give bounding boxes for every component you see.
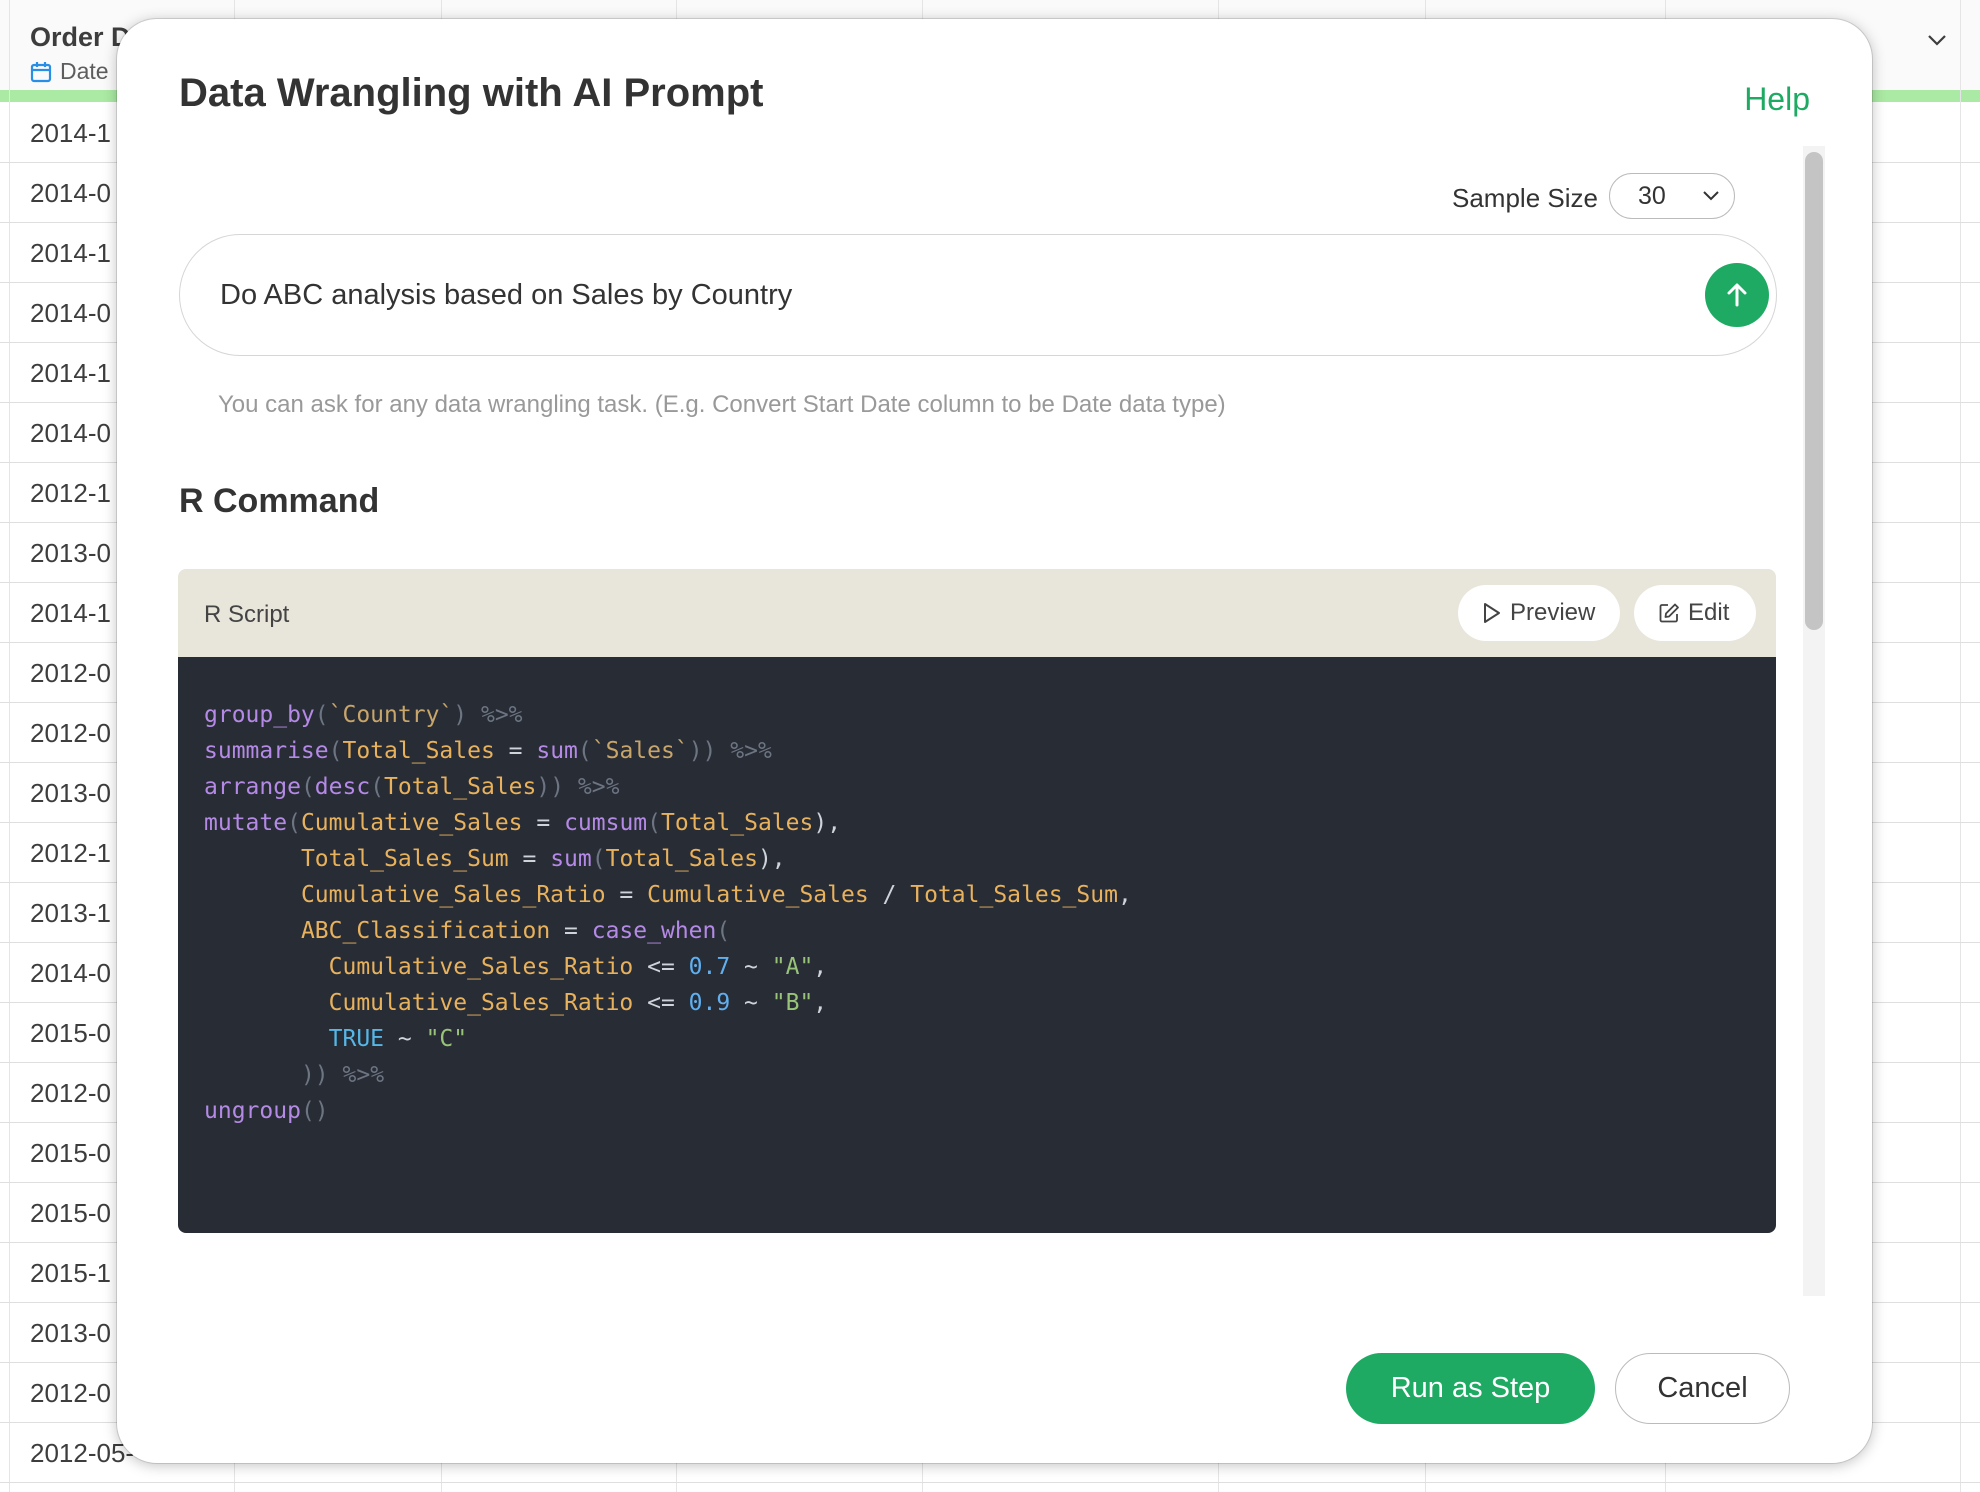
sample-size-value: 30 xyxy=(1638,181,1666,210)
prompt-hint: You can ask for any data wrangling task.… xyxy=(218,391,1226,418)
code-line: )) %>% xyxy=(300,1062,385,1088)
code-line: Cumulative_Sales_Ratio <= 0.9 ~ "B", xyxy=(328,990,828,1016)
code-line: summarise(Total_Sales = sum(`Sales`)) %>… xyxy=(204,738,772,764)
cancel-button[interactable]: Cancel xyxy=(1615,1353,1790,1424)
run-as-step-button[interactable]: Run as Step xyxy=(1346,1353,1595,1424)
send-button[interactable] xyxy=(1705,263,1769,327)
preview-button[interactable]: Preview xyxy=(1458,585,1620,641)
r-script-code: group_by(`Country`) %>% summarise(Total_… xyxy=(204,697,1132,1129)
play-icon xyxy=(1484,603,1500,623)
code-line: Cumulative_Sales_Ratio = Cumulative_Sale… xyxy=(300,882,1132,908)
code-editor[interactable]: group_by(`Country`) %>% summarise(Total_… xyxy=(178,657,1776,1233)
arrow-up-icon xyxy=(1727,283,1747,307)
help-link[interactable]: Help xyxy=(1744,81,1810,118)
code-line: mutate(Cumulative_Sales = cumsum(Total_S… xyxy=(204,810,842,836)
code-line: arrange(desc(Total_Sales)) %>% xyxy=(204,774,620,800)
preview-label: Preview xyxy=(1510,599,1596,626)
prompt-input[interactable]: Do ABC analysis based on Sales by Countr… xyxy=(179,234,1777,356)
sample-size-label: Sample Size xyxy=(1452,183,1598,213)
script-label: R Script xyxy=(204,601,290,628)
code-line: group_by(`Country`) %>% xyxy=(204,702,523,728)
code-line: ABC_Classification = case_when( xyxy=(300,918,731,944)
sample-size-select[interactable]: 30 xyxy=(1609,173,1735,219)
section-title: R Command xyxy=(179,482,380,520)
code-line: Total_Sales_Sum = sum(Total_Sales), xyxy=(300,846,786,872)
edit-icon xyxy=(1659,603,1679,623)
ai-prompt-dialog: Data Wrangling with AI Prompt Help Sampl… xyxy=(117,19,1872,1463)
code-line: ungroup() xyxy=(204,1098,329,1124)
script-header: R Script Preview Edit xyxy=(178,569,1776,657)
prompt-text[interactable]: Do ABC analysis based on Sales by Countr… xyxy=(220,279,792,312)
dialog-title: Data Wrangling with AI Prompt xyxy=(179,71,764,115)
scrollbar-thumb[interactable] xyxy=(1805,152,1823,630)
chevron-down-icon xyxy=(1703,191,1719,201)
code-line: Cumulative_Sales_Ratio <= 0.7 ~ "A", xyxy=(328,954,828,980)
code-line: TRUE ~ "C" xyxy=(328,1026,468,1052)
edit-button[interactable]: Edit xyxy=(1634,585,1756,641)
edit-label: Edit xyxy=(1688,599,1730,626)
